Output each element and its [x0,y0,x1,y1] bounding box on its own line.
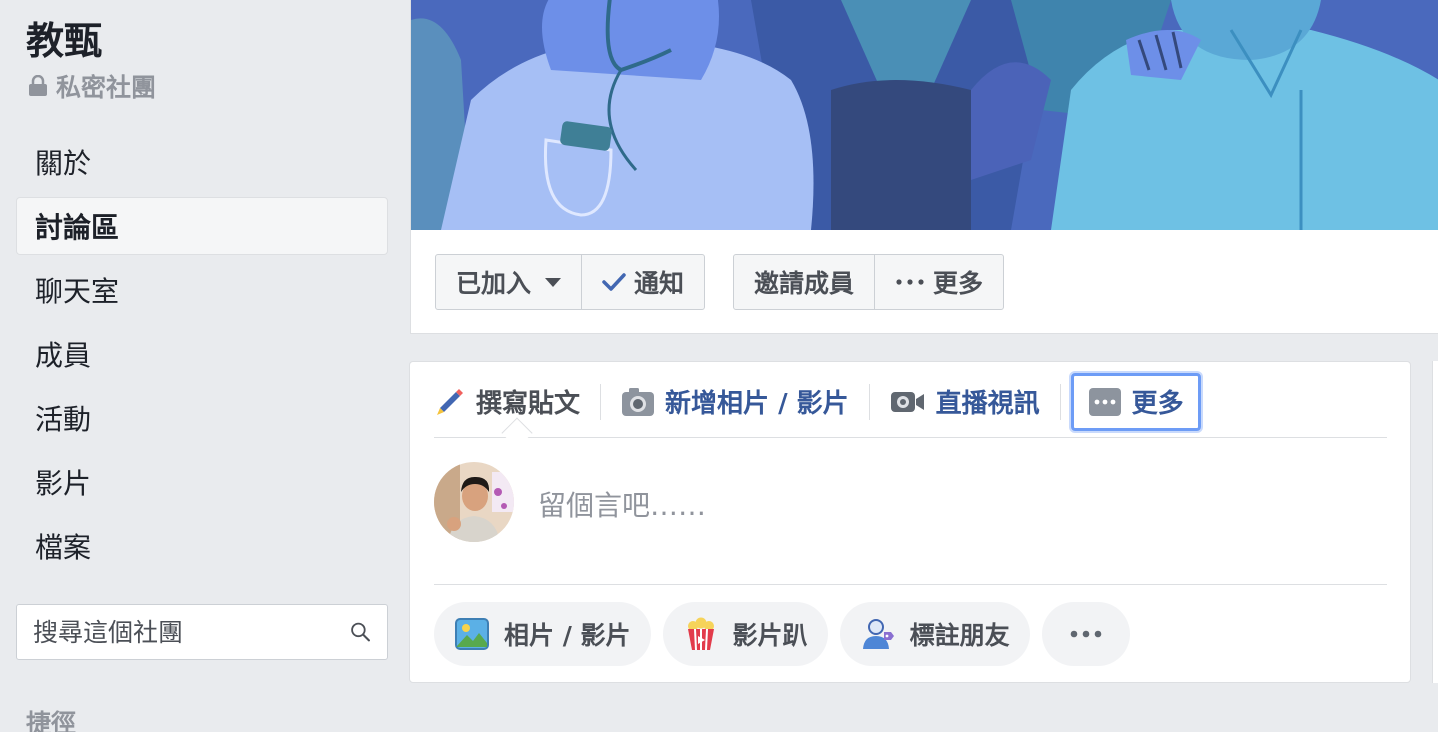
video-camera-icon [890,391,924,412]
composer-divider [434,584,1387,585]
tab-divider [868,383,870,420]
tag-friends-icon [862,619,894,649]
chip-tag-friends[interactable]: 標註朋友 [839,602,1030,666]
lock-icon [29,75,47,96]
membership-button-group: 已加入 通知 [435,254,706,310]
cover-photo[interactable] [411,0,1438,230]
sidebar-item-label: 影片 [35,467,92,500]
popcorn-icon [687,617,714,651]
sidebar-item-events[interactable]: 活動 [16,389,388,447]
notifications-button[interactable]: 通知 [581,255,704,309]
sidebar-item-chat[interactable]: 聊天室 [16,261,388,319]
sidebar-item-label: 關於 [35,147,92,180]
sidebar-item-label: 活動 [35,403,92,436]
chip-watch-party[interactable]: 影片趴 [662,602,828,666]
sidebar-item-discussion[interactable]: 討論區 [16,197,388,255]
composer-chips: 相片 / 影片 影片趴 標註朋友 [434,602,1130,666]
sidebar-item-files[interactable]: 檔案 [16,517,388,575]
privacy-label: 私密社團 [28,68,156,104]
chip-label: 標註朋友 [909,621,1010,650]
group-title[interactable]: 教甄 [26,10,102,65]
photo-icon [455,618,489,650]
invite-button-group: 邀請成員 更多 [733,254,1005,310]
shortcuts-heading: 捷徑 [26,709,77,732]
chip-label: 相片 / 影片 [504,621,631,650]
tab-live-video[interactable]: 直播視訊 [880,372,1050,432]
more-dots-icon [1070,630,1101,638]
tab-label: 撰寫貼文 [476,389,581,419]
right-column-card-edge [1432,361,1438,683]
pencil-icon [437,388,463,415]
camera-icon [622,387,655,416]
invite-label: 邀請成員 [754,269,855,298]
more-dots-icon [896,279,924,285]
privacy-text: 私密社團 [56,73,157,102]
post-composer: 撰寫貼文 新增相片 / 影片 直播視訊 更多 留個言吧…… 相片 / 影片 影片… [409,361,1411,683]
chip-label: 影片趴 [732,621,808,650]
invite-members-button[interactable]: 邀請成員 [734,255,874,309]
checkmark-icon [602,273,626,291]
user-photo [434,462,514,542]
joined-label: 已加入 [456,269,532,298]
tab-label: 新增相片 / 影片 [665,389,849,419]
sidebar-item-label: 討論區 [35,211,120,244]
chip-photo-video[interactable]: 相片 / 影片 [434,602,651,666]
avatar[interactable] [434,462,514,542]
search-icon[interactable] [350,617,371,647]
tab-label: 直播視訊 [935,389,1040,419]
sidebar-item-label: 成員 [35,339,92,372]
sidebar-item-about[interactable]: 關於 [16,133,388,191]
group-search [16,604,388,660]
group-sidebar: 教甄 私密社團 關於 討論區 聊天室 成員 活動 影片 檔案 捷徑 [0,0,410,732]
caret-down-icon [545,277,562,287]
composer-input[interactable]: 留個言吧…… [538,484,706,524]
sidebar-item-label: 聊天室 [35,275,120,308]
composer-tabs: 撰寫貼文 新增相片 / 影片 直播視訊 更多 [434,366,1387,438]
tab-divider [600,383,602,420]
tab-add-photo-video[interactable]: 新增相片 / 影片 [611,372,859,432]
more-actions-button[interactable]: 更多 [874,255,1003,309]
cover-illustration [411,0,1438,230]
sidebar-item-videos[interactable]: 影片 [16,453,388,511]
search-input[interactable] [33,617,350,647]
notify-label: 通知 [634,269,685,298]
joined-button[interactable]: 已加入 [436,255,581,309]
more-label: 更多 [933,269,984,298]
tab-label: 更多 [1131,389,1184,419]
tab-more[interactable]: 更多 [1070,372,1201,431]
sidebar-item-members[interactable]: 成員 [16,325,388,383]
tab-divider [1059,383,1061,420]
more-dots-icon [1088,387,1121,416]
sidebar-nav: 關於 討論區 聊天室 成員 活動 影片 檔案 [16,133,388,581]
chip-more[interactable] [1041,602,1130,666]
group-header: 已加入 通知 邀請成員 更多 [410,0,1438,334]
sidebar-item-label: 檔案 [35,531,92,564]
